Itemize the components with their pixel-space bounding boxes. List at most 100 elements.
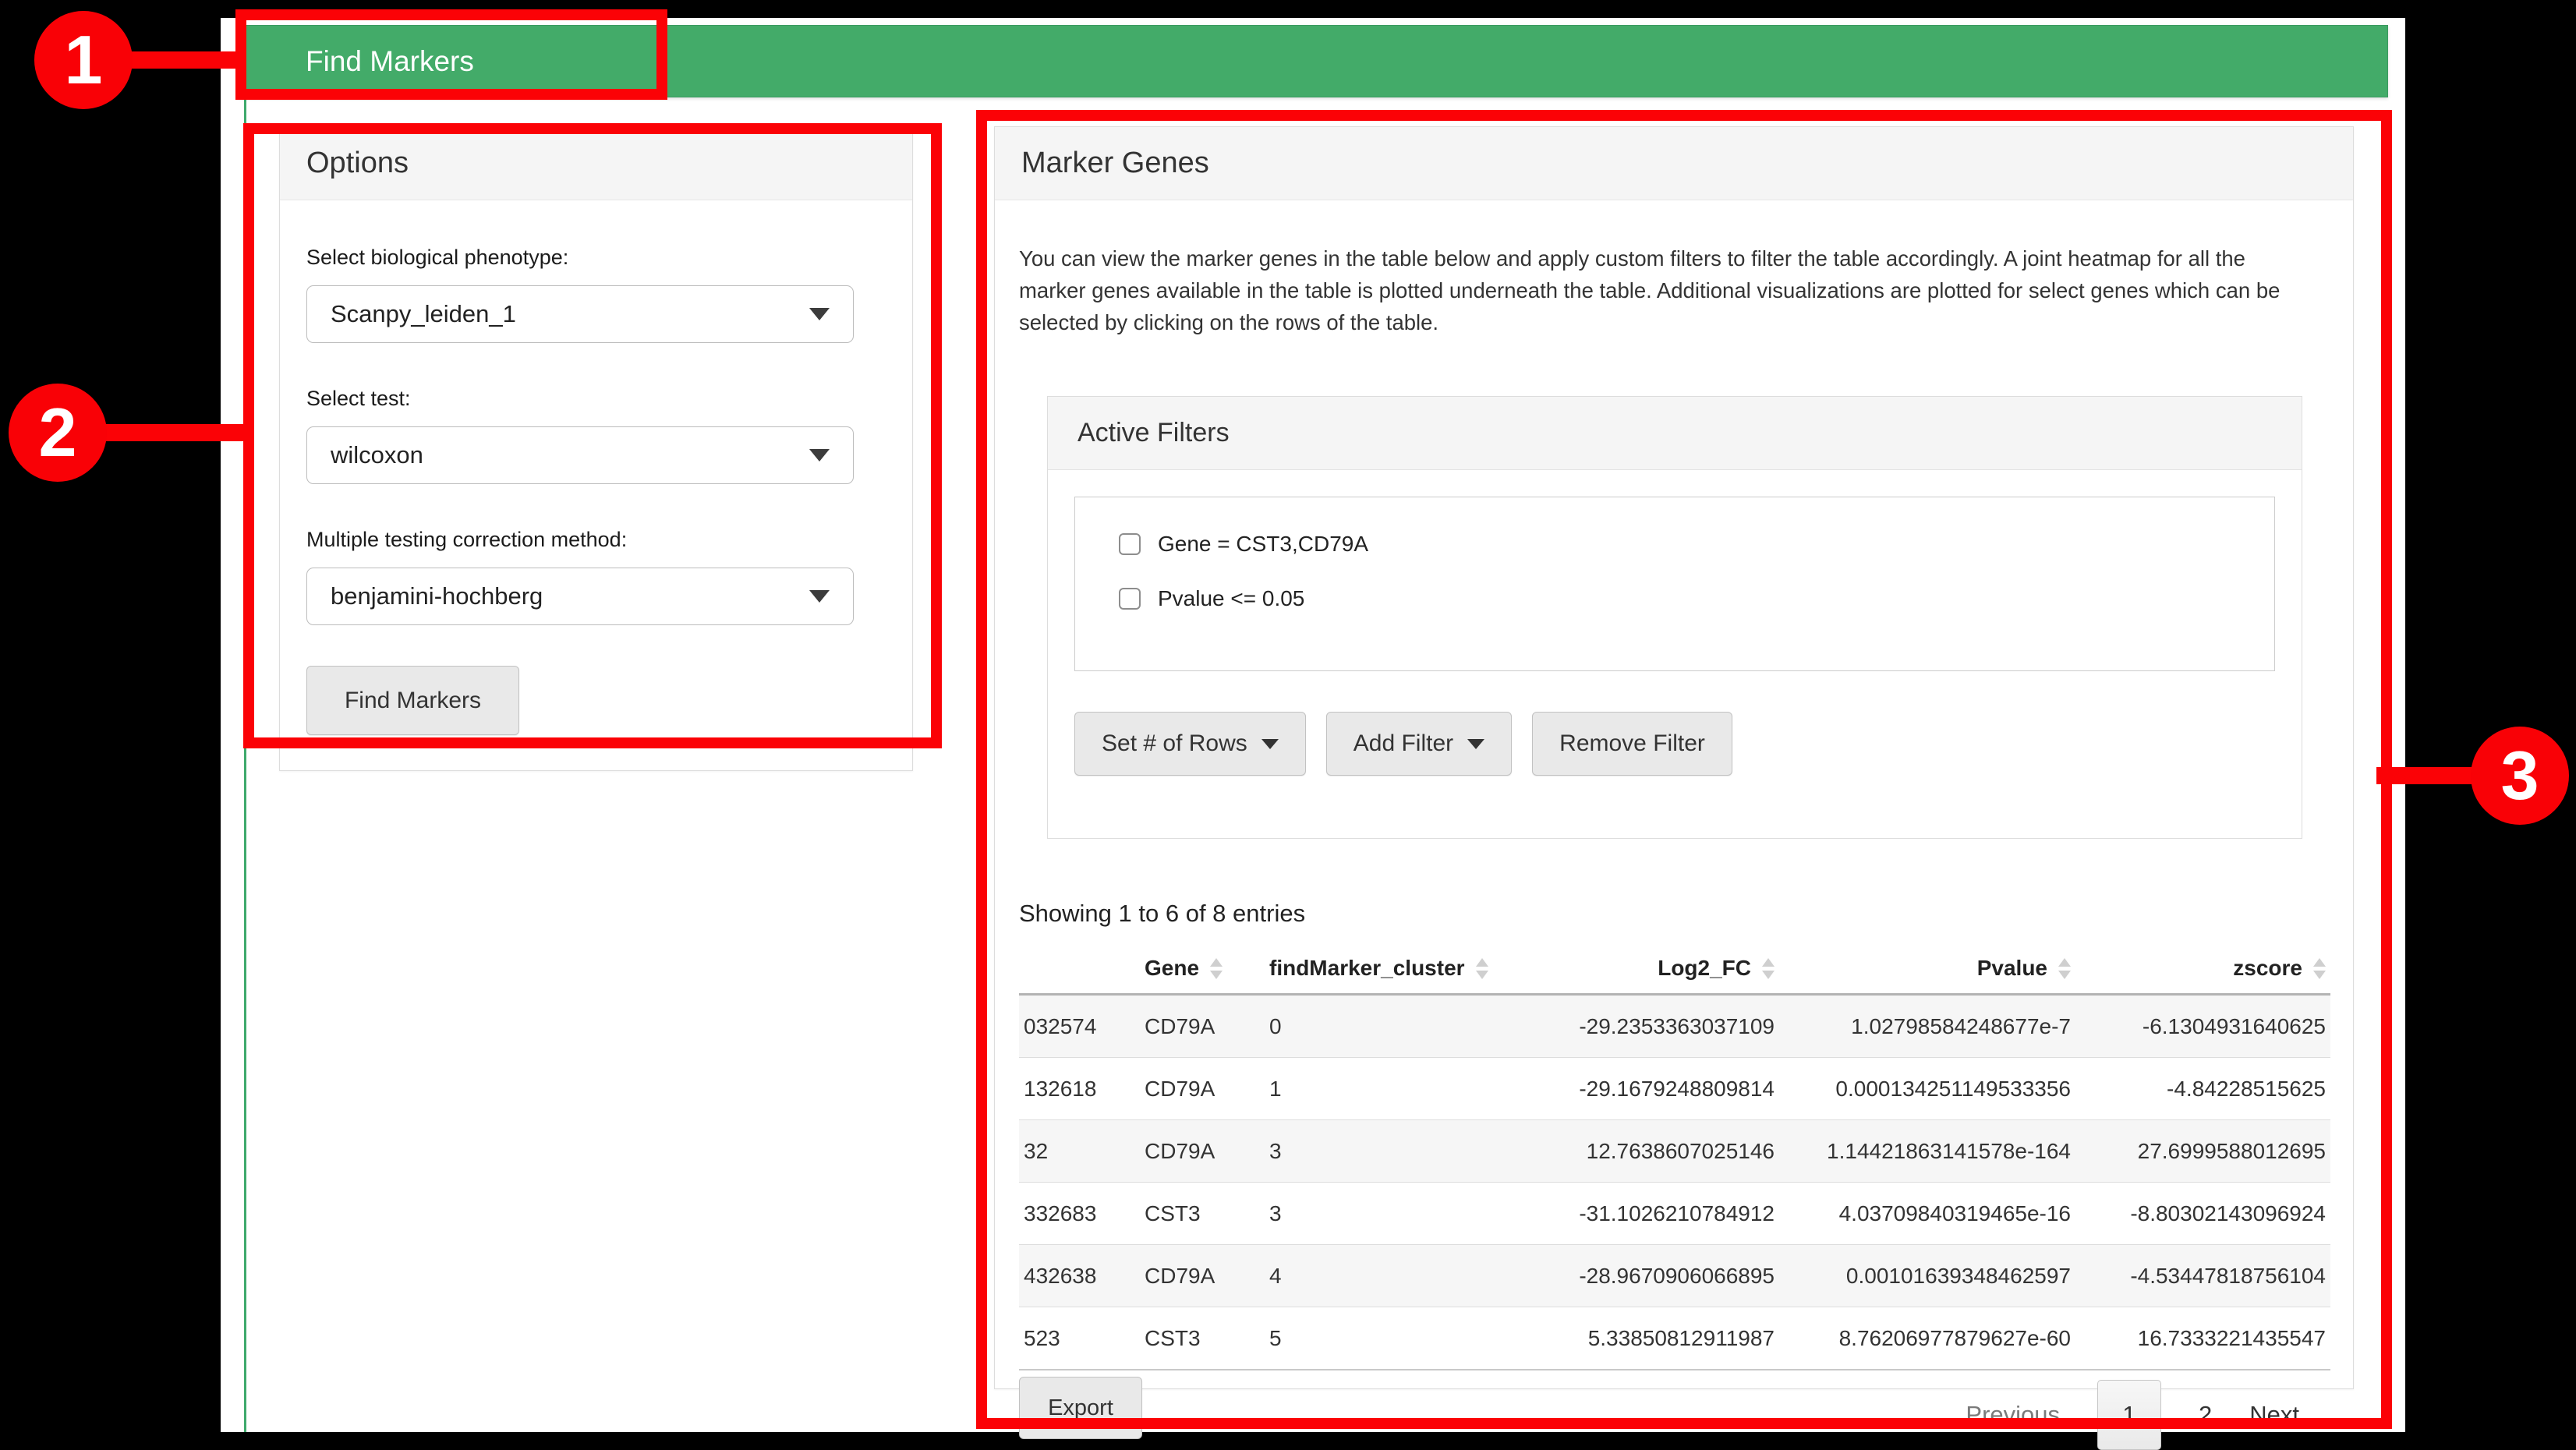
table-cell: -4.53447818756104 [2075,1245,2330,1307]
column-header-findmarker-cluster[interactable]: findMarker_cluster [1265,943,1522,995]
content-left-accent [244,97,246,1432]
active-filters-heading: Active Filters [1048,397,2302,470]
select-value: benjamini-hochberg [331,582,543,610]
table-cell: CST3 [1140,1307,1265,1370]
table-cell: -4.84228515625 [2075,1058,2330,1120]
table-cell: 16.7333221435547 [2075,1307,2330,1370]
table-cell: 12.7638607025146 [1522,1120,1779,1183]
table-info: Showing 1 to 6 of 8 entries [1019,900,2329,928]
table-cell: CD79A [1140,995,1265,1058]
table-row[interactable]: 132618CD79A1-29.16792488098140.000134251… [1019,1058,2330,1120]
table-cell: 432638 [1019,1245,1140,1307]
table-cell: 523 [1019,1307,1140,1370]
options-panel-heading: Options [280,127,912,200]
set-rows-label: Set # of Rows [1102,730,1247,757]
column-header-pvalue[interactable]: Pvalue [1779,943,2075,995]
filter-checkbox[interactable] [1119,588,1141,610]
table-row[interactable]: 032574CD79A0-29.23533630371091.027985842… [1019,995,2330,1058]
table-cell: 32 [1019,1120,1140,1183]
table-cell: 0.00101639348462597 [1779,1245,2075,1307]
marker-panel-body: You can view the marker genes in the tab… [995,200,2353,1450]
table-cell: 132618 [1019,1058,1140,1120]
table-cell: -28.9670906066895 [1522,1245,1779,1307]
add-filter-label: Add Filter [1353,730,1453,757]
sort-arrows-icon[interactable] [1210,958,1223,979]
filter-row: Gene = CST3,CD79A [1119,532,2274,557]
table-row[interactable]: 523CST355.338508129119878.76206977879627… [1019,1307,2330,1370]
marker-panel-heading: Marker Genes [995,127,2353,200]
active-filters-list: Gene = CST3,CD79A Pvalue <= 0.05 [1074,497,2275,671]
set-rows-button[interactable]: Set # of Rows [1074,712,1306,776]
form-field-multiple-testing-correction-method: Multiple testing correction method: benja… [306,528,886,625]
chevron-down-icon [809,449,830,462]
table-cell: -31.1026210784912 [1522,1183,1779,1245]
sort-arrows-icon[interactable] [1476,958,1488,979]
column-header-rownames [1019,943,1140,995]
annotation-callout-3: 3 [2471,727,2569,825]
sort-arrows-icon[interactable] [2313,958,2326,979]
table-cell: 032574 [1019,995,1140,1058]
table-cell: 332683 [1019,1183,1140,1245]
table-cell: -8.80302143096924 [2075,1183,2330,1245]
annotation-callout-2: 2 [9,384,107,482]
options-panel-body: Select biological phenotype: Scanpy_leide… [280,200,912,735]
table-cell: 1.14421863141578e-164 [1779,1120,2075,1183]
chevron-down-icon [1261,739,1279,749]
field-label: Select test: [306,387,886,411]
filter-label: Gene = CST3,CD79A [1158,532,1368,557]
active-filters-body: Gene = CST3,CD79A Pvalue <= 0.05 Set # of… [1048,470,2302,838]
table-row[interactable]: 432638CD79A4-28.96709060668950.001016393… [1019,1245,2330,1307]
column-header-gene[interactable]: Gene [1140,943,1265,995]
table-cell: 1.02798584248677e-7 [1779,995,2075,1058]
pagination-previous[interactable]: Previous [1966,1401,2060,1429]
form-field-select-test: Select test: wilcoxon [306,387,886,484]
table-cell: 4.03709840319465e-16 [1779,1183,2075,1245]
table-cell: 4 [1265,1245,1522,1307]
pagination-next[interactable]: Next [2249,1401,2299,1429]
table-cell: 0.000134251149533356 [1779,1058,2075,1120]
table-cell: 0 [1265,995,1522,1058]
export-button[interactable]: Export [1019,1377,1142,1439]
select-value: wilcoxon [331,441,423,469]
column-label: Pvalue [1977,956,2047,981]
column-label: zscore [2233,956,2302,981]
select-value: Scanpy_leiden_1 [331,300,516,328]
chevron-down-icon [1467,739,1484,749]
table-cell: 3 [1265,1120,1522,1183]
filter-label: Pvalue <= 0.05 [1158,586,1304,611]
annotation-connector-2 [92,424,249,441]
find-markers-button[interactable]: Find Markers [306,666,519,735]
column-label: Log2_FC [1658,956,1751,981]
select-select-test[interactable]: wilcoxon [306,426,854,484]
annotation-connector-3 [2376,767,2479,784]
table-row[interactable]: 32CD79A312.76386070251461.14421863141578… [1019,1120,2330,1183]
column-header-zscore[interactable]: zscore [2075,943,2330,995]
table-cell: 8.76206977879627e-60 [1779,1307,2075,1370]
sort-arrows-icon[interactable] [1762,958,1775,979]
marker-genes-table: GenefindMarker_cluster Log2_FC Pvalue zscor… [1019,943,2330,1370]
active-filters-box: Active Filters Gene = CST3,CD79A Pvalue <… [1047,396,2302,839]
field-label: Select biological phenotype: [306,246,886,270]
filter-buttons-row: Set # of Rows Add Filter Remove Filter [1074,712,2275,812]
column-header-log2-fc[interactable]: Log2_FC [1522,943,1779,995]
select-select-biological-phenotype[interactable]: Scanpy_leiden_1 [306,285,854,343]
remove-filter-label: Remove Filter [1559,730,1705,757]
annotation-connector-1 [117,51,243,69]
chevron-down-icon [809,590,830,603]
column-label: findMarker_cluster [1269,956,1465,981]
select-multiple-testing-correction-method[interactable]: benjamini-hochberg [306,568,854,625]
table-cell: CD79A [1140,1245,1265,1307]
table-cell: 27.6999588012695 [2075,1120,2330,1183]
marker-genes-panel: Marker Genes You can view the marker gen… [994,126,2354,1389]
app-window: Find Markers Options Select biological p… [221,18,2405,1432]
table-footer: Export Previous12Next [1019,1374,2330,1450]
filter-checkbox[interactable] [1119,533,1141,555]
field-label: Multiple testing correction method: [306,528,886,552]
table-cell: 5.33850812911987 [1522,1307,1779,1370]
remove-filter-button[interactable]: Remove Filter [1532,712,1732,776]
table-header: GenefindMarker_cluster Log2_FC Pvalue zscor… [1019,943,2330,995]
sort-arrows-icon[interactable] [2058,958,2071,979]
table-row[interactable]: 332683CST33-31.10262107849124.0370984031… [1019,1183,2330,1245]
pagination-page-2[interactable]: 2 [2199,1401,2212,1429]
add-filter-button[interactable]: Add Filter [1326,712,1512,776]
